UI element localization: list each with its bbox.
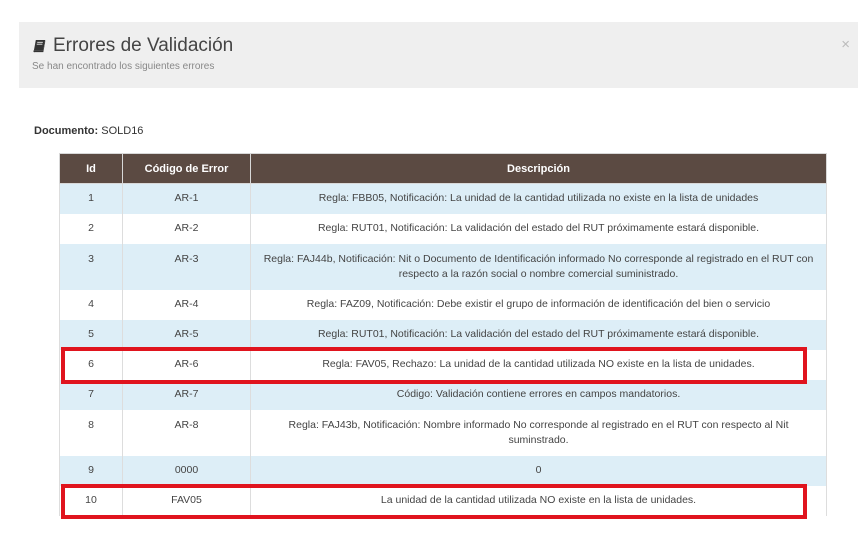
modal-title: Errores de Validación: [33, 35, 233, 57]
close-button[interactable]: ×: [841, 36, 850, 53]
document-line: Documento: SOLD16: [34, 125, 143, 137]
errors-table-wrap: Id Código de Error Descripción 1 AR-1 Re…: [59, 153, 827, 516]
cell-description: La unidad de la cantidad utilizada NO ex…: [250, 485, 827, 516]
cell-id: 2: [59, 213, 123, 244]
cell-code: AR-3: [122, 243, 251, 290]
table-row: 5 AR-5 Regla: RUT01, Notificación: La va…: [59, 319, 827, 350]
modal-header: Errores de Validación Se han encontrado …: [19, 22, 858, 88]
cell-id: 9: [59, 455, 123, 486]
cell-id: 7: [59, 379, 123, 410]
cell-code: AR-2: [122, 213, 251, 244]
table-row: 4 AR-4 Regla: FAZ09, Notificación: Debe …: [59, 289, 827, 320]
cell-code: AR-4: [122, 289, 251, 320]
cell-code: FAV05: [122, 485, 251, 516]
column-header-code[interactable]: Código de Error: [122, 153, 251, 184]
cell-description: Regla: FBB05, Notificación: La unidad de…: [250, 183, 827, 214]
cell-id: 3: [59, 243, 123, 290]
cell-code: AR-5: [122, 319, 251, 350]
table-row: 6 AR-6 Regla: FAV05, Rechazo: La unidad …: [59, 349, 827, 380]
cell-code: AR-1: [122, 183, 251, 214]
cell-description: Regla: RUT01, Notificación: La validació…: [250, 213, 827, 244]
table-row: 8 AR-8 Regla: FAJ43b, Notificación: Nomb…: [59, 409, 827, 456]
cell-id: 10: [59, 485, 123, 516]
cell-code: 0000: [122, 455, 251, 486]
cell-id: 8: [59, 409, 123, 456]
column-header-description[interactable]: Descripción: [250, 153, 827, 184]
table-row: 7 AR-7 Código: Validación contiene error…: [59, 379, 827, 410]
cell-description: Código: Validación contiene errores en c…: [250, 379, 827, 410]
cell-description: 0: [250, 455, 827, 486]
cell-code: AR-7: [122, 379, 251, 410]
cell-description: Regla: RUT01, Notificación: La validació…: [250, 319, 827, 350]
cell-id: 6: [59, 349, 123, 380]
cell-description: Regla: FAJ43b, Notificación: Nombre info…: [250, 409, 827, 456]
column-header-id[interactable]: Id: [59, 153, 123, 184]
errors-table: Id Código de Error Descripción 1 AR-1 Re…: [59, 153, 827, 516]
cell-id: 1: [59, 183, 123, 214]
table-row: 10 FAV05 La unidad de la cantidad utiliz…: [59, 485, 827, 516]
cell-code: AR-6: [122, 349, 251, 380]
table-header-row: Id Código de Error Descripción: [59, 153, 827, 184]
modal-subtitle: Se han encontrado los siguientes errores: [32, 61, 215, 72]
cell-description: Regla: FAJ44b, Notificación: Nit o Docum…: [250, 243, 827, 290]
cell-id: 4: [59, 289, 123, 320]
modal-title-text: Errores de Validación: [53, 35, 234, 56]
table-row: 9 0000 0: [59, 455, 827, 486]
table-row: 2 AR-2 Regla: RUT01, Notificación: La va…: [59, 213, 827, 244]
table-row: 3 AR-3 Regla: FAJ44b, Notificación: Nit …: [59, 243, 827, 290]
cell-code: AR-8: [122, 409, 251, 456]
cell-description: Regla: FAV05, Rechazo: La unidad de la c…: [250, 349, 827, 380]
book-icon: [33, 39, 46, 52]
document-value: SOLD16: [101, 125, 144, 137]
table-row: 1 AR-1 Regla: FBB05, Notificación: La un…: [59, 183, 827, 214]
cell-id: 5: [59, 319, 123, 350]
document-label: Documento:: [34, 125, 99, 137]
cell-description: Regla: FAZ09, Notificación: Debe existir…: [250, 289, 827, 320]
